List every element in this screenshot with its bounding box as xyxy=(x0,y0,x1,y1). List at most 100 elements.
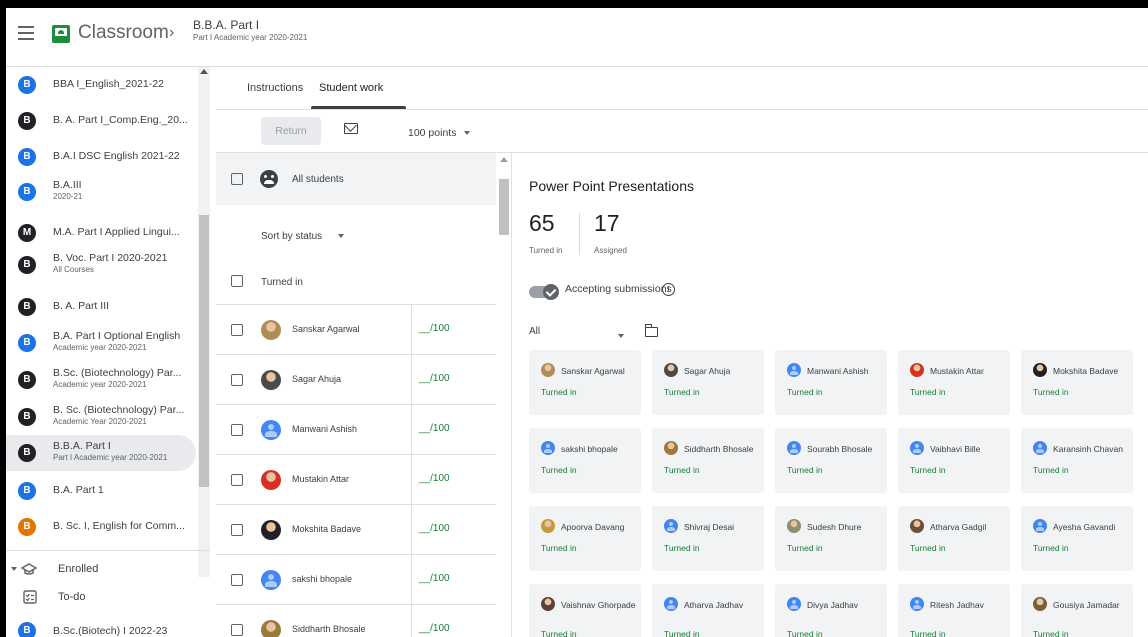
scroll-up-arrow-icon[interactable] xyxy=(200,69,208,74)
grade-input[interactable]: __/100 xyxy=(419,323,450,334)
student-submission-card[interactable]: Ayesha Gavandi Turned in xyxy=(1021,506,1133,571)
info-icon[interactable]: i xyxy=(662,283,675,296)
sidebar-item-class[interactable]: M M.A. Part I Applied Lingui... xyxy=(6,215,196,251)
sidebar-item-class[interactable]: B B.A.III 2020-21 xyxy=(6,174,196,210)
student-submission-card[interactable]: Sourabh Bhosale Turned in xyxy=(775,428,887,493)
student-submission-card[interactable]: Apoorva Davang Turned in xyxy=(529,506,641,571)
student-submission-card[interactable]: Sudesh Dhure Turned in xyxy=(775,506,887,571)
sort-dropdown[interactable]: Sort by status xyxy=(261,231,345,242)
group-label: Turned in xyxy=(261,277,303,288)
student-submission-card[interactable]: Karansinh Chavan Turned in xyxy=(1021,428,1133,493)
student-submission-card[interactable]: Gousiya Jamadar Turned in xyxy=(1021,584,1133,637)
student-checkbox[interactable] xyxy=(231,424,243,436)
grade-input[interactable]: __/100 xyxy=(419,373,450,384)
graduation-cap-icon xyxy=(21,563,37,575)
tab-instructions[interactable]: Instructions xyxy=(247,82,303,94)
student-submission-card[interactable]: Atharva Jadhav Turned in xyxy=(652,584,764,637)
class-subtitle: Academic year 2020-2021 xyxy=(53,380,147,389)
caret-down-icon[interactable] xyxy=(10,565,18,573)
sidebar-item-class[interactable]: B B. A. Part III xyxy=(6,289,196,325)
student-submission-card[interactable]: Sagar Ahuja Turned in xyxy=(652,350,764,415)
student-row[interactable]: Mustakin Attar __/100 xyxy=(216,455,496,505)
grade-input[interactable]: __/100 xyxy=(419,573,450,584)
sidebar-item-class[interactable]: B B.A. Part 1 xyxy=(6,473,196,509)
student-row[interactable]: Mokshita Badave __/100 xyxy=(216,505,496,555)
student-checkbox[interactable] xyxy=(231,574,243,586)
grade-input[interactable]: __/100 xyxy=(419,523,450,534)
student-avatar xyxy=(541,597,555,611)
grade-input[interactable]: __/100 xyxy=(419,623,450,634)
student-list-scroll-thumb[interactable] xyxy=(499,179,509,235)
student-submission-card[interactable]: Sanskar Agarwal Turned in xyxy=(529,350,641,415)
student-submission-card[interactable]: Vaishnav Ghorpade Turned in xyxy=(529,584,641,637)
class-name: M.A. Part I Applied Lingui... xyxy=(53,226,180,238)
student-checkbox[interactable] xyxy=(231,374,243,386)
tab-student-work[interactable]: Student work xyxy=(319,82,383,94)
sidebar-item-class[interactable]: B B.A. Part I Optional English Academic ye… xyxy=(6,325,196,361)
return-button[interactable]: Return xyxy=(261,117,321,145)
main-menu-icon[interactable] xyxy=(18,26,34,40)
sidebar-scrollbar[interactable] xyxy=(198,67,210,577)
student-checkbox[interactable] xyxy=(231,324,243,336)
email-icon[interactable] xyxy=(344,123,358,134)
class-name: B. Sc. I, English for Comm... xyxy=(53,520,185,532)
sidebar-item-class[interactable]: B B. Voc. Part I 2020-2021 All Courses xyxy=(6,247,196,283)
points-dropdown[interactable]: 100 points xyxy=(408,127,471,139)
submission-status: Turned in xyxy=(1033,543,1069,553)
student-submission-card[interactable]: Mokshita Badave Turned in xyxy=(1021,350,1133,415)
sidebar-item-todo[interactable]: To-do xyxy=(6,586,206,610)
student-list-scrollbar[interactable] xyxy=(497,153,511,637)
accepting-submissions-toggle[interactable] xyxy=(529,284,559,300)
sidebar-scroll-thumb[interactable] xyxy=(199,215,209,487)
student-submission-card[interactable]: Mustakin Attar Turned in xyxy=(898,350,1010,415)
sidebar-item-class[interactable]: B B. Sc. (Biotechnology) Par... Academic Y… xyxy=(6,399,196,435)
sidebar-item-class[interactable]: B B.Sc.(Biotech) I 2022-23 xyxy=(6,616,206,637)
submission-status: Turned in xyxy=(787,465,823,475)
student-checkbox[interactable] xyxy=(231,474,243,486)
sidebar-item-enrolled[interactable]: Enrolled xyxy=(6,558,206,582)
breadcrumb-class-title[interactable]: B.B.A. Part I xyxy=(193,18,259,32)
app-name-link[interactable]: Classroom xyxy=(78,22,169,44)
folder-icon[interactable] xyxy=(645,324,658,337)
filter-dropdown[interactable]: All xyxy=(529,326,629,338)
student-submission-card[interactable]: sakshi bhopale Turned in xyxy=(529,428,641,493)
grade-input[interactable]: __/100 xyxy=(419,423,450,434)
student-name: Mustakin Attar xyxy=(930,366,984,376)
student-submission-card[interactable]: Ritesh Jadhav Turned in xyxy=(898,584,1010,637)
student-submission-card[interactable]: Divya Jadhav Turned in xyxy=(775,584,887,637)
student-name: Sagar Ahuja xyxy=(684,366,731,376)
student-row[interactable]: Manwani Ashish __/100 xyxy=(216,405,496,455)
student-row[interactable]: Sagar Ahuja __/100 xyxy=(216,355,496,405)
student-submission-card[interactable]: Manwani Ashish Turned in xyxy=(775,350,887,415)
sidebar-item-class[interactable]: B B.A.I DSC English 2021-22 xyxy=(6,139,196,175)
sidebar-item-class[interactable]: B B.B.A. Part I Part I Academic year 2020-… xyxy=(6,435,196,471)
student-submission-card[interactable]: Siddharth Bhosale Turned in xyxy=(652,428,764,493)
student-checkbox[interactable] xyxy=(231,524,243,536)
scroll-up-arrow-icon[interactable] xyxy=(500,157,508,162)
sidebar-item-class[interactable]: B B. Sc. I, English for Comm... xyxy=(6,509,196,545)
active-tab-indicator xyxy=(311,106,406,109)
student-avatar xyxy=(541,363,555,377)
student-checkbox[interactable] xyxy=(231,624,243,636)
select-turned-in-checkbox[interactable] xyxy=(231,275,243,287)
student-submission-card[interactable]: Shivraj Desai Turned in xyxy=(652,506,764,571)
grade-input[interactable]: __/100 xyxy=(419,473,450,484)
class-avatar: B xyxy=(18,76,36,94)
student-row[interactable]: Sanskar Agarwal __/100 xyxy=(216,305,496,355)
student-row[interactable]: Siddharth Bhosale __/100 xyxy=(216,605,496,637)
classroom-logo-icon[interactable] xyxy=(52,25,70,43)
student-row[interactable]: sakshi bhopale __/100 xyxy=(216,555,496,605)
class-avatar: B xyxy=(18,371,36,389)
student-avatar xyxy=(664,441,678,455)
student-submission-card[interactable]: Atharva Gadgil Turned in xyxy=(898,506,1010,571)
sidebar-item-class[interactable]: B BBA I_English_2021-22 xyxy=(6,67,196,103)
all-students-row[interactable]: All students xyxy=(216,153,496,205)
student-submission-card[interactable]: Vaibhavi Bille Turned in xyxy=(898,428,1010,493)
sort-value: Sort by status xyxy=(261,231,323,242)
submission-status: Turned in xyxy=(787,387,823,397)
points-value: 100 points xyxy=(408,127,457,139)
sidebar-item-class[interactable]: B B.Sc. (Biotechnology) Par... Academic ye… xyxy=(6,362,196,398)
student-name: Siddharth Bhosale xyxy=(684,444,754,454)
sidebar-item-class[interactable]: B B. A. Part I_Comp.Eng._20... xyxy=(6,103,196,139)
select-all-checkbox[interactable] xyxy=(231,173,243,185)
